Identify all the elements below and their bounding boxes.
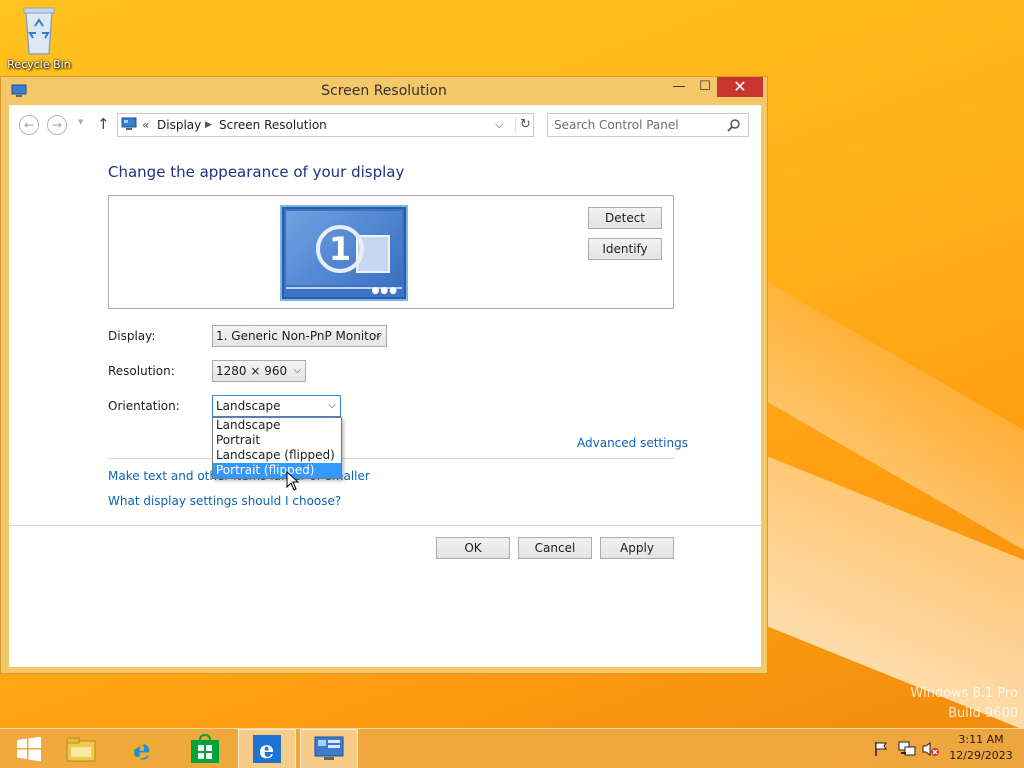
breadcrumb-display[interactable]: Display — [157, 118, 201, 132]
search-input[interactable] — [554, 115, 724, 135]
taskbar-control-panel[interactable] — [300, 729, 358, 768]
orientation-select[interactable]: Landscape ⌵ — [212, 395, 341, 417]
recycle-bin-label: Recycle Bin — [7, 58, 71, 71]
minimize-button[interactable]: — — [665, 77, 693, 97]
clock-date: 12/29/2023 — [949, 749, 1013, 762]
chevron-down-icon: ⌵ — [328, 400, 336, 411]
recycle-bin-icon — [23, 7, 55, 55]
internet-explorer-icon: e — [253, 735, 281, 764]
resolution-select[interactable]: 1280 × 960 ⌵ — [212, 360, 306, 382]
orientation-option-landscape[interactable]: Landscape — [213, 418, 341, 433]
advanced-settings-link[interactable]: Advanced settings — [577, 436, 688, 450]
recent-locations-chevron-icon[interactable]: ▼ — [78, 118, 83, 126]
clock-time: 3:11 AM — [958, 733, 1004, 746]
resolution-label: Resolution: — [108, 364, 175, 378]
mouse-cursor-icon — [286, 471, 300, 491]
display-select[interactable]: 1. Generic Non-PnP Monitor ⌵ — [212, 325, 387, 347]
display-settings-help-link[interactable]: What display settings should I choose? — [108, 494, 341, 508]
volume-muted-icon[interactable] — [922, 741, 940, 760]
taskbar-internet-explorer[interactable]: e — [114, 729, 172, 768]
cancel-button[interactable]: Cancel — [518, 537, 592, 559]
taskbar-file-explorer[interactable] — [52, 729, 110, 768]
page-title: Change the appearance of your display — [108, 163, 405, 181]
taskbar: e e 3:11 AM 12/29/2023 — [0, 728, 1024, 768]
windows-logo-icon — [17, 736, 41, 762]
monitor-number: 1 — [316, 225, 364, 273]
forward-button[interactable]: → — [47, 115, 67, 135]
address-dropdown-chevron-icon[interactable]: ⌵ — [495, 118, 503, 132]
search-box[interactable] — [547, 113, 749, 137]
watermark-edition: Windows 8.1 Pro — [910, 686, 1018, 701]
display-label: Display: — [108, 329, 156, 343]
recycle-bin-desktop-icon[interactable]: Recycle Bin — [6, 4, 72, 71]
control-panel-icon — [121, 117, 137, 135]
window-client-area: ← → ▼ ↑ « Display ▶ Screen Resolution ⌵ … — [9, 105, 761, 667]
svg-text:e: e — [259, 735, 274, 764]
taskbar-internet-explorer-pinned[interactable]: e — [238, 729, 296, 768]
close-button[interactable]: ✕ — [717, 77, 763, 97]
divider — [9, 525, 761, 526]
apply-button[interactable]: Apply — [600, 537, 674, 559]
search-icon[interactable] — [727, 118, 741, 135]
up-arrow-icon[interactable]: ↑ — [97, 115, 110, 133]
maximize-button[interactable]: ☐ — [691, 77, 719, 97]
breadcrumb-screen-resolution[interactable]: Screen Resolution — [219, 118, 327, 132]
identify-button[interactable]: Identify — [588, 238, 662, 260]
folder-icon — [66, 737, 96, 762]
resolution-select-value: 1280 × 960 — [216, 364, 288, 378]
internet-explorer-icon: e — [127, 734, 159, 764]
orientation-dropdown-list: Landscape Portrait Landscape (flipped) P… — [212, 417, 342, 479]
refresh-icon[interactable]: ↻ — [515, 117, 531, 132]
taskbar-store[interactable] — [176, 729, 234, 768]
back-button[interactable]: ← — [19, 115, 39, 135]
monitor-1-preview[interactable]: 1 ●●● — [280, 205, 408, 301]
orientation-option-portrait[interactable]: Portrait — [213, 433, 341, 448]
orientation-option-portrait-flipped[interactable]: Portrait (flipped) — [213, 463, 341, 478]
ok-button[interactable]: OK — [436, 537, 510, 559]
screen-resolution-window: Screen Resolution — ☐ ✕ ← → ▼ ↑ « Displa… — [0, 76, 768, 674]
chevron-down-icon: ⌵ — [293, 365, 301, 376]
watermark-build: Build 9600 — [948, 706, 1018, 721]
window-titlebar[interactable]: Screen Resolution — ☐ ✕ — [1, 77, 767, 105]
detect-button[interactable]: Detect — [588, 207, 662, 229]
divider — [108, 458, 674, 459]
window-title: Screen Resolution — [321, 83, 447, 99]
orientation-select-value: Landscape — [216, 399, 281, 413]
monitor-dots-icon: ●●● — [371, 286, 398, 296]
action-center-flag-icon[interactable] — [873, 741, 889, 760]
start-button[interactable] — [0, 729, 58, 768]
system-clock[interactable]: 3:11 AM 12/29/2023 — [944, 732, 1018, 764]
control-panel-icon — [314, 736, 344, 760]
network-icon[interactable] — [898, 741, 916, 760]
breadcrumb-separator-icon[interactable]: ▶ — [205, 120, 212, 130]
chevron-down-icon: ⌵ — [374, 330, 382, 341]
orientation-label: Orientation: — [108, 399, 180, 413]
store-icon — [191, 734, 219, 763]
display-select-value: 1. Generic Non-PnP Monitor — [216, 329, 382, 343]
navigation-bar: ← → ▼ ↑ « Display ▶ Screen Resolution ⌵ … — [9, 105, 761, 145]
breadcrumb-overflow[interactable]: « — [142, 118, 149, 132]
orientation-option-landscape-flipped[interactable]: Landscape (flipped) — [213, 448, 341, 463]
address-bar[interactable]: « Display ▶ Screen Resolution ⌵ ↻ — [117, 113, 534, 137]
windows-watermark: Windows 8.1 Pro Build 9600 — [910, 684, 1018, 724]
